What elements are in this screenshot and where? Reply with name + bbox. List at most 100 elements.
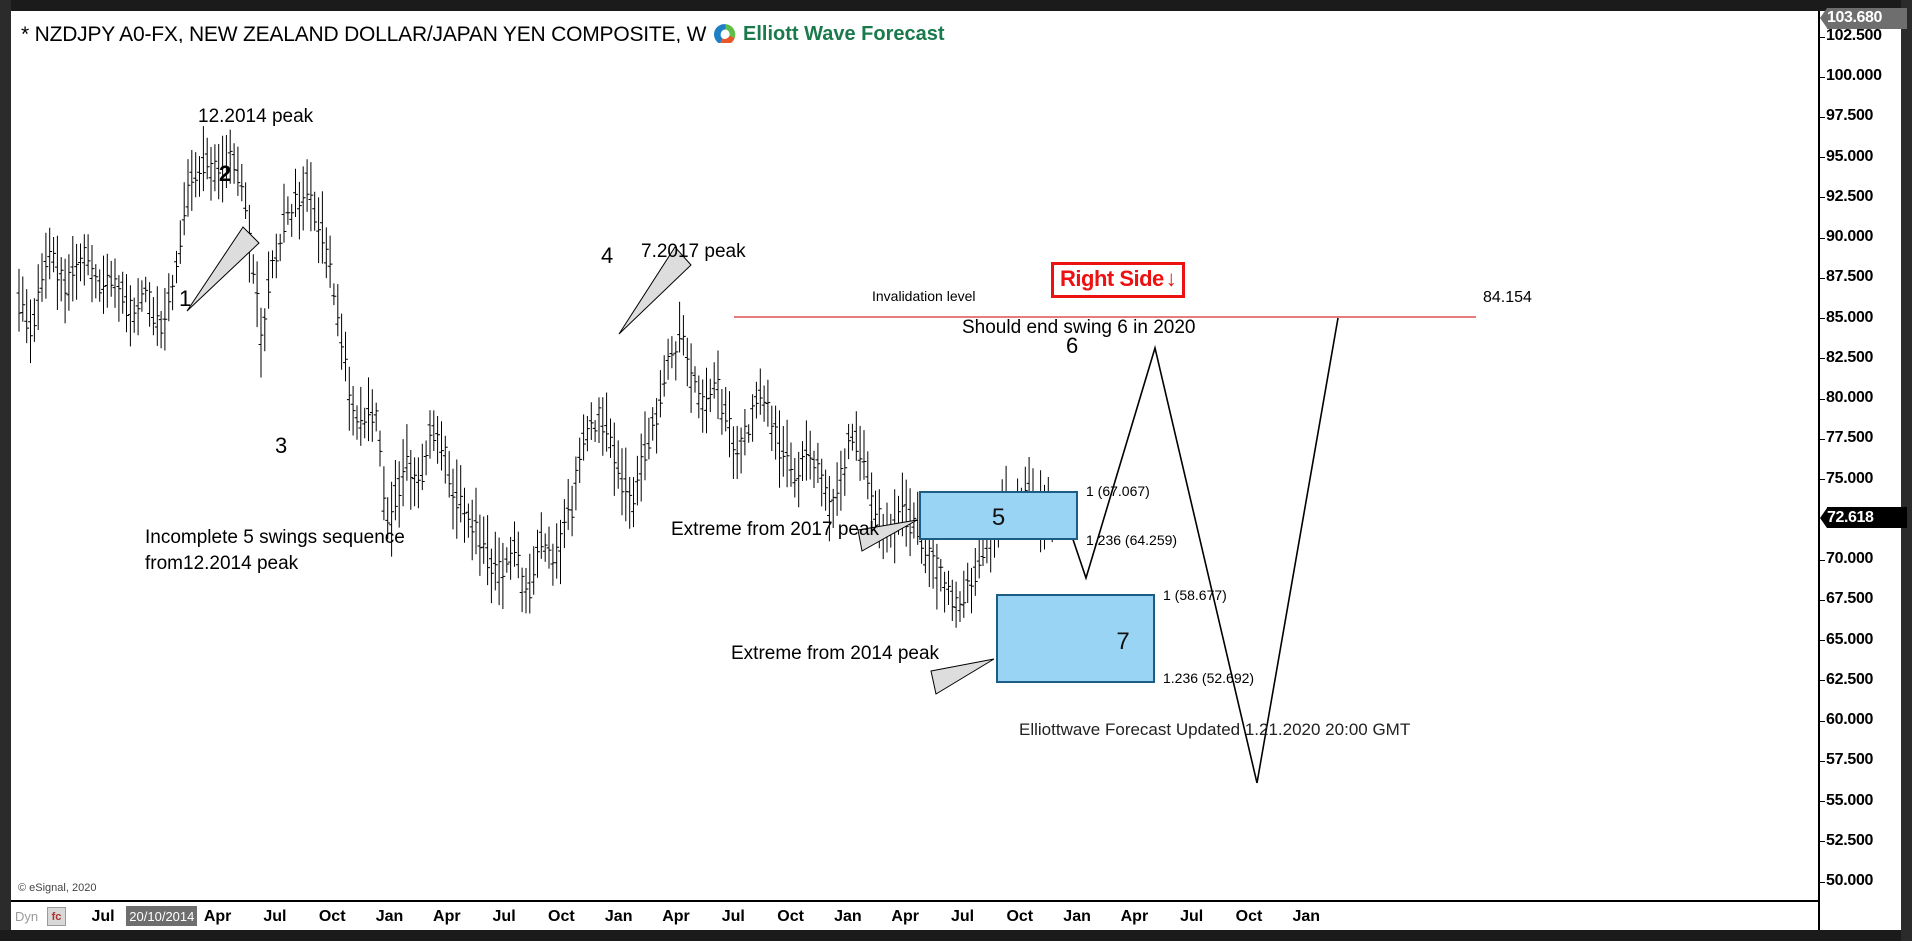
price-tick-label: 62.500	[1826, 670, 1874, 688]
price-tick: 57.500	[1820, 751, 1903, 768]
price-tick: 87.500	[1820, 268, 1903, 285]
extreme-2017-callout: Extreme from 2017 peak	[671, 519, 880, 540]
price-tick-label: 87.500	[1826, 268, 1874, 286]
price-tick-label: 52.500	[1826, 831, 1874, 849]
window-frame-bottom	[0, 930, 1912, 941]
right-side-badge-text: Right Side	[1060, 266, 1164, 291]
price-tick-mark	[1820, 479, 1825, 481]
price-tick-mark	[1820, 358, 1825, 360]
swing-5-zone[interactable]: 5	[919, 491, 1078, 540]
price-tick-mark	[1820, 197, 1825, 199]
price-tick-mark	[1820, 720, 1825, 722]
date-tick-label: Jan	[834, 908, 862, 925]
projection-path-up	[1256, 317, 1339, 784]
function-icon[interactable]: fc	[47, 907, 66, 926]
invalidation-level-label: Invalidation level	[872, 288, 976, 304]
swing-7-zone[interactable]: 7	[996, 594, 1155, 683]
swing-5-upper-fib-label: 1 (67.067)	[1086, 483, 1150, 499]
price-tick: 92.500	[1820, 188, 1903, 205]
price-tick: 67.500	[1820, 590, 1903, 607]
price-tick: 100.000	[1820, 67, 1903, 84]
price-tick-mark	[1820, 36, 1825, 38]
wave-label-2: 2	[219, 161, 232, 186]
price-tick: 85.000	[1820, 309, 1903, 326]
peak-2014-arrow-icon	[186, 226, 260, 312]
date-tick-label: Jan	[1063, 908, 1091, 925]
window-frame-top	[0, 0, 1912, 11]
window-frame-left	[0, 0, 11, 941]
price-tick-label: 95.000	[1826, 147, 1874, 165]
right-side-badge: Right Side ↓	[1051, 262, 1186, 298]
swing-7-zone-label: 7	[1116, 628, 1130, 655]
down-arrow-icon: ↓	[1165, 266, 1177, 291]
projection-path-down	[1058, 344, 1258, 784]
date-tick-label: Oct	[318, 908, 346, 925]
price-tick-label: 80.000	[1826, 389, 1874, 407]
date-axis[interactable]: Dyn fc Jul Jan Apr Jul Oct Jan Apr Jul Oct Jan Apr…	[11, 900, 1818, 930]
last-price-marker: 72.618	[1820, 507, 1907, 529]
high-price-marker: 103.680	[1820, 7, 1907, 29]
price-tick: 55.000	[1820, 792, 1903, 809]
price-tick-label: 50.000	[1826, 872, 1874, 889]
price-tick-mark	[1820, 881, 1825, 883]
date-tick-label: Apr	[662, 908, 690, 925]
price-tick-mark	[1820, 801, 1825, 803]
plot-area[interactable]: 5 1 (67.067) 1.236 (64.259) Extreme from…	[11, 43, 1818, 888]
price-marker-value: 72.618	[1827, 508, 1874, 526]
price-marker-pointer	[1820, 8, 1827, 29]
copyright-text: © eSignal, 2020	[18, 882, 97, 894]
price-tick-label: 65.000	[1826, 630, 1874, 648]
extreme-2014-pointer-icon	[930, 658, 995, 695]
date-tick-label: Jan	[604, 908, 633, 925]
swing-5-lower-fib-label: 1.236 (64.259)	[1086, 532, 1178, 548]
price-tick-mark	[1820, 157, 1825, 159]
price-tick-label: 102.500	[1826, 27, 1882, 44]
date-tick-label: Jul	[492, 908, 516, 925]
title-bar: * NZDJPY A0-FX, NEW ZEALAND DOLLAR/JAPAN…	[11, 11, 1901, 46]
date-tick-label: Oct	[777, 908, 804, 925]
date-tick-label: Jul	[91, 908, 115, 925]
price-tick: 75.000	[1820, 470, 1903, 487]
price-tick-label: 60.000	[1826, 711, 1874, 729]
price-tick-mark	[1820, 277, 1825, 279]
wave-label-4: 4	[601, 243, 614, 268]
date-tick-label: Jan	[1292, 908, 1321, 925]
update-footer-note: Elliottwave Forecast Updated 1.21.2020 2…	[1019, 720, 1411, 739]
price-tick: 65.000	[1820, 631, 1903, 648]
date-tick-label: Apr	[203, 908, 232, 925]
extreme-2014-callout: Extreme from 2014 peak	[731, 643, 940, 664]
price-tick-mark	[1820, 640, 1825, 642]
incomplete-sequence-line2: from12.2014 peak	[145, 552, 299, 574]
price-tick-mark	[1820, 318, 1825, 320]
price-tick-mark	[1820, 680, 1825, 682]
incomplete-sequence-note: Incomplete 5 swings sequence from12.2014…	[145, 525, 405, 576]
price-tick-label: 92.500	[1826, 187, 1874, 205]
price-tick: 80.000	[1820, 389, 1903, 406]
price-tick: 82.500	[1820, 349, 1903, 366]
price-tick: 60.000	[1820, 711, 1903, 728]
price-tick-label: 77.500	[1826, 429, 1874, 447]
price-series	[16, 126, 1476, 784]
price-tick-label: 82.500	[1826, 348, 1874, 366]
price-tick-mark	[1820, 116, 1825, 118]
date-tick-label: Jan	[375, 908, 404, 925]
date-cursor-label: 20/10/2014	[126, 906, 198, 926]
peak-2014-callout-text: 12.2014 peak	[198, 106, 314, 127]
price-marker-value: 103.680	[1827, 9, 1883, 27]
price-axis[interactable]: 102.500 100.000 97.500 95.000 92.500 90.000 87…	[1818, 7, 1907, 930]
price-tick: 95.000	[1820, 148, 1903, 165]
price-tick-label: 90.000	[1826, 228, 1874, 246]
swing-5-zone-label: 5	[991, 504, 1006, 531]
swing-6-note: Should end swing 6 in 2020	[962, 317, 1196, 338]
price-tick: 50.000	[1820, 872, 1903, 889]
chart-window: * NZDJPY A0-FX, NEW ZEALAND DOLLAR/JAPAN…	[0, 0, 1912, 941]
price-tick: 90.000	[1820, 228, 1903, 245]
date-tick-label: Oct	[1006, 908, 1034, 925]
price-tick: 102.500	[1820, 27, 1903, 44]
price-tick-label: 97.500	[1826, 107, 1874, 125]
price-tick-label: 85.000	[1826, 308, 1874, 326]
swing-7-lower-fib-label: 1.236 (52.692)	[1163, 670, 1255, 686]
wave-label-3: 3	[275, 433, 288, 458]
price-tick: 77.500	[1820, 429, 1903, 446]
price-marker-body: 103.680	[1827, 7, 1907, 29]
